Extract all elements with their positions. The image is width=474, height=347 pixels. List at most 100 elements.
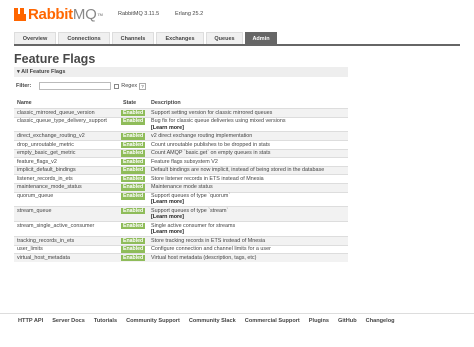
rabbitmq-logo[interactable]: Rabbit MQ TM <box>14 6 103 23</box>
table-row: virtual_host_metadata Enabled Virtual ho… <box>14 253 348 262</box>
collapse-arrow-icon: ▾ <box>17 69 20 75</box>
learn-more-link[interactable]: [Learn more] <box>151 214 184 220</box>
status-badge: Enabled <box>121 158 146 166</box>
flag-name: virtual_host_metadata <box>14 253 120 262</box>
footer-link-tutorials[interactable]: Tutorials <box>94 318 117 324</box>
tab-channels[interactable]: Channels <box>112 32 154 44</box>
feature-flags-table: Name State Description classic_mirrored_… <box>14 98 348 262</box>
footer-link-community-support[interactable]: Community Support <box>126 318 180 324</box>
learn-more-link[interactable]: [Learn more] <box>151 229 184 235</box>
flag-name: stream_queue <box>14 206 120 222</box>
tab-connections[interactable]: Connections <box>58 32 110 44</box>
table-row: maintenance_mode_status Enabled Maintena… <box>14 182 348 193</box>
main-nav-tabs: Overview Connections Channels Exchanges … <box>14 32 279 44</box>
table-row: classic_mirrored_queue_version Enabled S… <box>14 108 348 118</box>
flag-name: empty_basic_get_metric <box>14 148 120 158</box>
tab-overview[interactable]: Overview <box>14 32 56 44</box>
column-header-state[interactable]: State <box>120 98 148 109</box>
flag-description: Single active consumer for streams [Learn… <box>148 221 348 237</box>
section-title: All Feature Flags <box>21 69 66 75</box>
status-badge: Enabled <box>121 184 146 192</box>
logo-text: Rabbit <box>28 6 73 23</box>
tab-queues[interactable]: Queues <box>206 32 243 44</box>
column-header-description[interactable]: Description <box>148 98 348 109</box>
status-badge: Enabled <box>121 207 146 215</box>
logo-tm: TM <box>97 12 103 17</box>
rabbit-icon <box>14 8 27 21</box>
table-row: quorum_queue Enabled Support queues of t… <box>14 191 348 207</box>
column-header-name[interactable]: Name <box>14 98 120 109</box>
flag-description: Count AMQP `basic.get` on empty queues i… <box>148 148 348 158</box>
status-badge: Enabled <box>121 109 146 117</box>
status-badge: Enabled <box>121 132 146 140</box>
status-badge: Enabled <box>121 193 146 200</box>
table-row: direct_exchange_routing_v2 Enabled v2 di… <box>14 131 348 141</box>
table-row: empty_basic_get_metric Enabled Count AMQ… <box>14 148 348 158</box>
regex-checkbox[interactable] <box>114 83 120 89</box>
footer-link-commercial-support[interactable]: Commercial Support <box>245 318 300 324</box>
status-badge: Enabled <box>121 150 146 157</box>
footer-link-github[interactable]: GitHub <box>338 318 357 324</box>
flag-description: Count unroutable publishes to be dropped… <box>148 140 348 150</box>
learn-more-link[interactable]: [Learn more] <box>151 199 184 205</box>
table-header-row: Name State Description <box>14 98 348 109</box>
table-row: classic_queue_type_delivery_support Enab… <box>14 116 348 132</box>
table-row: drop_unroutable_metric Enabled Count unr… <box>14 140 348 150</box>
table-row: stream_single_active_consumer Enabled Si… <box>14 221 348 237</box>
regex-help-icon[interactable]: ? <box>139 82 146 90</box>
flag-name: maintenance_mode_status <box>14 182 120 193</box>
header: Rabbit MQ TM RabbitMQ 3.11.5 Erlang 25.2 <box>0 0 474 30</box>
tab-exchanges[interactable]: Exchanges <box>156 32 204 44</box>
table-row: user_limits Enabled Configure connection… <box>14 244 348 254</box>
flag-name: drop_unroutable_metric <box>14 140 120 150</box>
flag-name: implicit_default_bindings <box>14 165 120 175</box>
flag-name: user_limits <box>14 244 120 254</box>
flag-description: Support queues of type `quorum` [Learn mo… <box>148 191 348 207</box>
status-badge: Enabled <box>121 167 146 174</box>
flag-description: Maintenance mode status <box>148 182 348 193</box>
status-badge: Enabled <box>121 175 146 183</box>
footer: HTTP API Server Docs Tutorials Community… <box>0 313 474 327</box>
status-badge: Enabled <box>121 141 146 149</box>
flag-description: Default bindings are now implicit, inste… <box>148 165 348 175</box>
table-row: listener_records_in_ets Enabled Store li… <box>14 174 348 184</box>
table-row: feature_flags_v2 Enabled Feature flags s… <box>14 157 348 167</box>
flag-description: Store listener records in ETS instead of… <box>148 174 348 184</box>
flag-description: Virtual host metadata (description, tags… <box>148 253 348 262</box>
filter-bar: Filter: Regex ? <box>16 82 146 90</box>
version-info: RabbitMQ 3.11.5 <box>118 11 160 17</box>
status-badge: Enabled <box>121 246 146 253</box>
status-badge: Enabled <box>121 118 146 125</box>
table-row: stream_queue Enabled Support queues of t… <box>14 206 348 222</box>
logo-text-mq: MQ <box>72 6 97 23</box>
flag-name: listener_records_in_ets <box>14 174 120 184</box>
section-header-all-feature-flags[interactable]: ▾ All Feature Flags <box>14 67 348 77</box>
footer-link-server-docs[interactable]: Server Docs <box>52 318 85 324</box>
table-row: implicit_default_bindings Enabled Defaul… <box>14 165 348 175</box>
status-badge: Enabled <box>121 222 146 230</box>
footer-link-plugins[interactable]: Plugins <box>309 318 329 324</box>
flag-name: feature_flags_v2 <box>14 157 120 167</box>
flag-name: quorum_queue <box>14 191 120 207</box>
erlang-version: Erlang 25.2 <box>175 11 204 17</box>
filter-input[interactable] <box>39 82 112 90</box>
flag-name: tracking_records_in_ets <box>14 236 120 246</box>
tab-divider <box>14 44 460 46</box>
footer-link-http-api[interactable]: HTTP API <box>18 318 43 324</box>
flag-name: classic_queue_type_delivery_support <box>14 116 120 132</box>
flag-name: stream_single_active_consumer <box>14 221 120 237</box>
flag-description: Bug fix for classic queue deliveries usi… <box>148 116 348 132</box>
filter-label: Filter: <box>16 83 32 89</box>
footer-link-changelog[interactable]: Changelog <box>366 318 395 324</box>
flag-description: v2 direct exchange routing implementatio… <box>148 131 348 141</box>
flag-name: direct_exchange_routing_v2 <box>14 131 120 141</box>
tab-admin[interactable]: Admin <box>245 32 277 44</box>
regex-label: Regex <box>121 83 138 89</box>
learn-more-link[interactable]: [Learn more] <box>151 125 184 131</box>
flag-description: Store tracking records in ETS instead of… <box>148 236 348 246</box>
status-badge: Enabled <box>121 237 146 245</box>
flag-description: Support setting version for classic mirr… <box>148 108 348 118</box>
table-row: tracking_records_in_ets Enabled Store tr… <box>14 236 348 246</box>
footer-link-community-slack[interactable]: Community Slack <box>189 318 236 324</box>
page-title: Feature Flags <box>14 52 96 66</box>
